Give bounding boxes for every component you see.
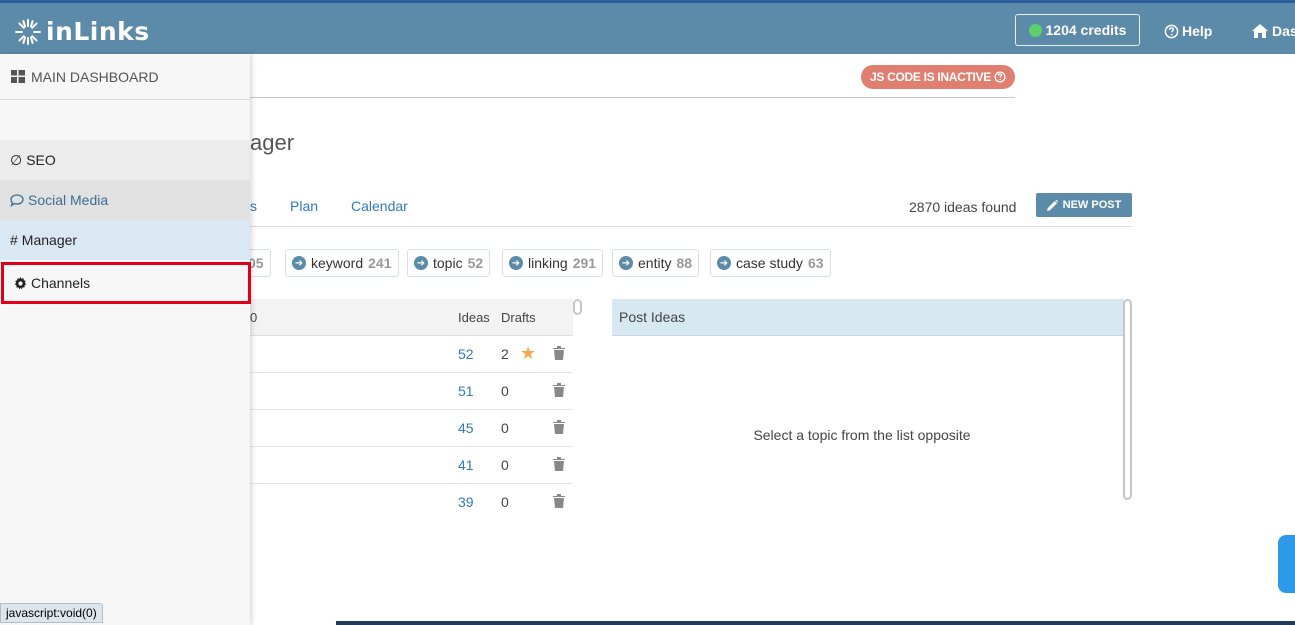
column-header-drafts: Drafts — [501, 310, 536, 325]
logo[interactable]: inLinks — [14, 17, 150, 46]
star-icon[interactable]: ★ — [520, 343, 536, 364]
tab-ideas[interactable]: s — [250, 198, 257, 214]
ideas-link[interactable]: 51 — [458, 383, 474, 399]
top-bar: inLinks 1204 credits Help Das — [0, 0, 1295, 54]
trash-icon[interactable] — [553, 383, 565, 397]
sunburst-icon — [15, 18, 41, 45]
ideas-link[interactable]: 41 — [458, 457, 474, 473]
tab-calendar[interactable]: Calendar — [351, 198, 408, 214]
chip-label: keyword — [311, 255, 364, 271]
sidebar-item-label: Manager — [21, 232, 78, 248]
sidebar-item-label: Channels — [31, 275, 91, 291]
chip-label: entity — [638, 255, 672, 271]
chip-count: 291 — [572, 255, 597, 271]
column-header-topic: 0 — [250, 310, 258, 325]
credits-button[interactable]: 1204 credits — [1015, 14, 1140, 46]
chip-count: 52 — [467, 255, 484, 271]
sidebar-item-manager[interactable]: # Manager — [0, 220, 250, 260]
dashboard-link[interactable]: Das — [1252, 23, 1295, 39]
main-dashboard-link[interactable]: MAIN DASHBOARD — [0, 54, 250, 100]
table-header: 0 Ideas Drafts — [250, 299, 573, 336]
drafts-count: 0 — [501, 494, 509, 510]
table-row[interactable]: 52 2 ★ — [250, 336, 573, 373]
trash-icon[interactable] — [553, 457, 565, 471]
scrollbar[interactable] — [1123, 299, 1132, 500]
trash-icon[interactable] — [553, 346, 565, 360]
ideas-link[interactable]: 45 — [458, 420, 474, 436]
chip-count: 88 — [676, 255, 693, 271]
hash-icon: # — [10, 232, 18, 248]
arrow-right-icon: ➜ — [509, 256, 523, 270]
ideas-link[interactable]: 52 — [458, 346, 474, 362]
filter-chip-keyword[interactable]: ➜ keyword 241 — [285, 249, 399, 277]
chip-label: topic — [433, 255, 463, 271]
trash-icon[interactable] — [553, 494, 565, 508]
credits-label: 1204 credits — [1045, 22, 1127, 38]
tab-plan[interactable]: Plan — [290, 198, 318, 214]
ideas-count: 2870 ideas found — [909, 199, 1017, 215]
sidebar-item-channels[interactable]: Channels — [1, 262, 251, 304]
scrollbar[interactable] — [573, 299, 582, 315]
post-ideas-empty-message: Select a topic from the list opposite — [753, 427, 971, 443]
js-status-label: JS CODE IS INACTIVE — [870, 70, 991, 84]
pencil-icon — [1046, 199, 1058, 211]
drafts-count: 2 — [501, 346, 509, 362]
arrow-right-icon: ➜ — [717, 256, 731, 270]
help-link[interactable]: Help — [1164, 23, 1212, 39]
table-row[interactable]: 51 0 — [250, 373, 573, 410]
arrow-right-icon: ➜ — [619, 256, 633, 270]
question-circle-icon — [994, 71, 1006, 83]
table-row[interactable]: 39 0 — [250, 484, 573, 521]
new-post-label: NEW POST — [1062, 199, 1122, 211]
table-row[interactable]: 45 0 — [250, 410, 573, 447]
new-post-button[interactable]: NEW POST — [1036, 193, 1132, 217]
seo-icon: ∅ — [10, 151, 23, 168]
trash-icon[interactable] — [553, 420, 565, 434]
ideas-link[interactable]: 39 — [458, 494, 474, 510]
status-dot-icon — [1028, 23, 1042, 37]
sidebar-item-label: SEO — [26, 152, 56, 168]
sidebar-item-label: Social Media — [28, 192, 109, 208]
home-icon — [1252, 24, 1268, 38]
divider — [250, 97, 1015, 98]
page-title: ager — [250, 130, 295, 155]
chat-widget-button[interactable] — [1278, 535, 1295, 593]
sidebar-item-seo[interactable]: ∅ SEO — [0, 140, 250, 180]
table-row[interactable]: 41 0 — [250, 447, 573, 484]
gear-icon — [14, 276, 27, 289]
grid-icon — [11, 70, 25, 83]
chip-label: linking — [528, 255, 568, 271]
drafts-count: 0 — [501, 457, 509, 473]
dashboard-label: Das — [1272, 23, 1295, 39]
filter-chip-linking[interactable]: ➜ linking 291 — [502, 249, 604, 277]
help-label: Help — [1182, 23, 1213, 39]
drafts-count: 0 — [501, 420, 509, 436]
question-circle-icon — [1164, 24, 1179, 38]
main-dashboard-label: MAIN DASHBOARD — [31, 68, 159, 85]
filter-chip-topic[interactable]: ➜ topic 52 — [407, 249, 491, 277]
js-status-badge[interactable]: JS CODE IS INACTIVE — [861, 65, 1015, 89]
status-bar-url: javascript:void(0) — [0, 603, 103, 623]
taskbar-edge — [336, 621, 1295, 625]
filter-chip-entity[interactable]: ➜ entity 88 — [612, 249, 700, 277]
chip-label: case study — [736, 255, 803, 271]
filter-chip-case-study[interactable]: ➜ case study 63 — [710, 249, 831, 277]
logo-text: inLinks — [46, 17, 150, 46]
column-header-ideas: Ideas — [458, 310, 490, 325]
arrow-right-icon: ➜ — [414, 256, 428, 270]
drafts-count: 0 — [501, 383, 509, 399]
tabs-divider — [250, 226, 1132, 227]
arrow-right-icon: ➜ — [292, 256, 306, 270]
sidebar-item-social-media[interactable]: Social Media — [0, 180, 250, 220]
chip-count: 63 — [807, 255, 824, 271]
speech-bubble-icon — [10, 193, 24, 207]
chip-count: 241 — [368, 255, 392, 271]
post-ideas-header: Post Ideas — [612, 299, 1124, 336]
side-panel: MAIN DASHBOARD ∅ SEO Social Media # Mana… — [0, 54, 251, 625]
